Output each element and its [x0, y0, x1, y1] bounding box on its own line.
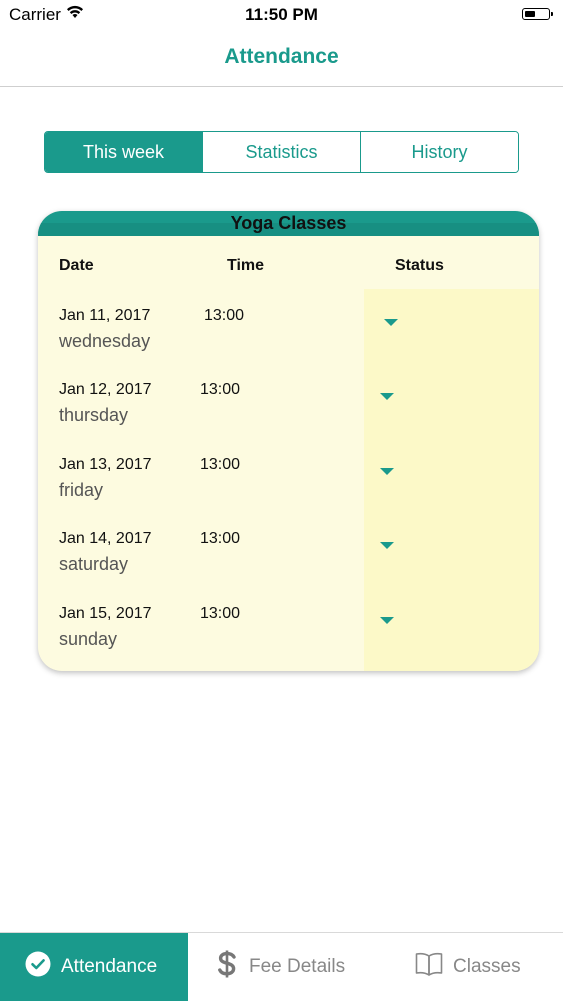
tab-attendance-label: Attendance — [61, 956, 158, 977]
segment-statistics[interactable]: Statistics — [202, 132, 360, 172]
class-row: Jan 12, 2017 thursday 13:00 — [38, 381, 539, 456]
class-time: 13:00 — [204, 307, 245, 324]
page-title: Attendance — [224, 45, 339, 68]
class-row: Jan 15, 2017 sunday 13:00 — [38, 605, 539, 671]
class-time: 13:00 — [200, 530, 241, 547]
class-day: sunday — [59, 629, 118, 649]
tab-attendance[interactable]: Attendance — [0, 933, 188, 1001]
class-day: friday — [59, 480, 104, 500]
classes-card: Yoga Classes Date Time Status Jan 11, 20… — [38, 211, 539, 671]
status-dropdown-icon[interactable] — [380, 617, 394, 624]
segment-this-week[interactable]: This week — [45, 132, 202, 172]
battery-icon — [522, 8, 553, 20]
clock: 11:50 PM — [245, 5, 318, 24]
class-day: wednesday — [59, 331, 151, 351]
class-date: Jan 14, 2017 — [59, 530, 152, 547]
class-time: 13:00 — [200, 381, 241, 398]
check-circle-icon — [25, 951, 51, 983]
class-date: Jan 15, 2017 — [59, 605, 152, 622]
card-title: Yoga Classes — [230, 213, 347, 233]
tab-fee-details[interactable]: Fee Details — [188, 933, 375, 1001]
status-dropdown-icon[interactable] — [384, 319, 398, 326]
tab-bar: Attendance Fee Details Classes — [0, 932, 563, 1001]
class-day: saturday — [59, 554, 129, 574]
nav-bar: Attendance — [0, 30, 563, 87]
class-date: Jan 12, 2017 — [59, 381, 152, 398]
book-icon — [415, 951, 443, 983]
class-time: 13:00 — [200, 456, 241, 473]
class-day: thursday — [59, 405, 129, 425]
class-row: Jan 13, 2017 friday 13:00 — [38, 456, 539, 531]
status-column-header: Status — [395, 257, 444, 274]
class-row: Jan 14, 2017 saturday 13:00 — [38, 530, 539, 605]
time-column-header: Time — [227, 257, 265, 274]
tab-classes-label: Classes — [453, 956, 521, 977]
tab-fee-details-label: Fee Details — [249, 956, 346, 977]
status-dropdown-icon[interactable] — [380, 468, 394, 475]
date-column-header: Date — [59, 257, 94, 274]
segment-history[interactable]: History — [360, 132, 518, 172]
period-segmented-control: This week Statistics History — [44, 131, 519, 173]
tab-classes[interactable]: Classes — [375, 933, 563, 1001]
class-date: Jan 11, 2017 — [59, 307, 151, 324]
class-row: Jan 11, 2017 wednesday 13:00 — [38, 307, 539, 382]
status-bar: Carrier 11:50 PM — [0, 0, 563, 30]
class-time: 13:00 — [200, 605, 241, 622]
status-dropdown-icon[interactable] — [380, 393, 394, 400]
dollar-icon — [215, 949, 239, 985]
class-date: Jan 13, 2017 — [59, 456, 152, 473]
status-dropdown-icon[interactable] — [380, 542, 394, 549]
